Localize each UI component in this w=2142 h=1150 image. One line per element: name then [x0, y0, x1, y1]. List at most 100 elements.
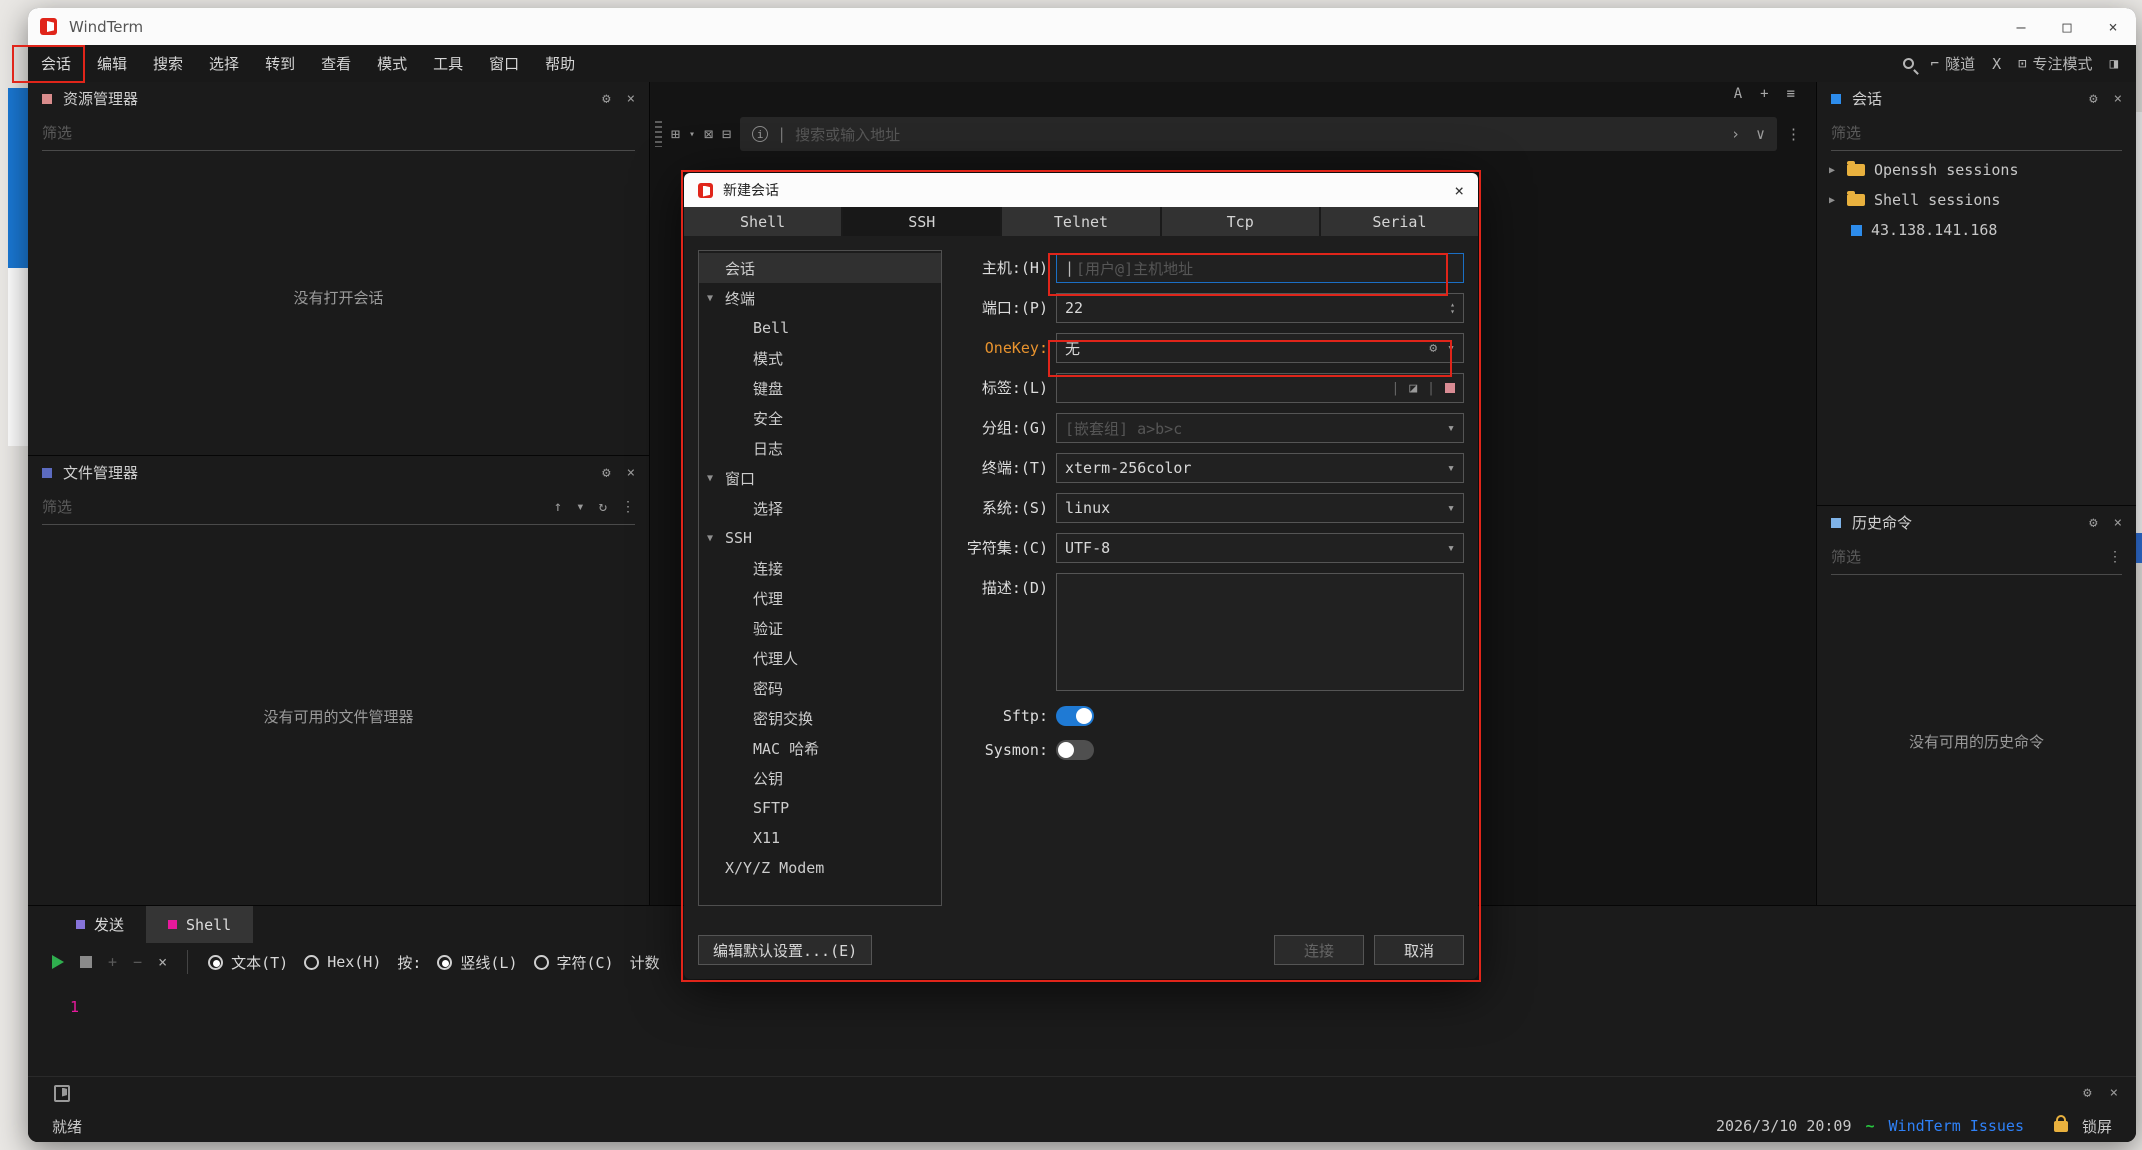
group-combo[interactable]: [嵌套组] a>b>c ▾ [1056, 413, 1464, 443]
close-session-icon[interactable]: ⊠ [704, 125, 713, 143]
tree-item-kex[interactable]: 密钥交换 [699, 703, 941, 733]
dialog-title-bar[interactable]: 新建会话 × [684, 173, 1478, 207]
edit-defaults-button[interactable]: 编辑默认设置...(E) [698, 935, 872, 965]
dropdown-icon[interactable]: ▾ [1447, 421, 1455, 436]
tree-item-mac[interactable]: MAC 哈希 [699, 733, 941, 763]
refresh-icon[interactable]: ↻ [599, 499, 607, 515]
hamburger-icon[interactable]: ≡ [1787, 86, 1795, 102]
kebab-menu-icon[interactable]: ⋮ [2108, 549, 2122, 565]
tree-item-connect[interactable]: 连接 [699, 553, 941, 583]
gear-icon[interactable]: ⚙ [2089, 515, 2097, 531]
history-filter-input[interactable]: 筛选 ⋮ [1831, 539, 2122, 575]
tree-item-xyz-modem[interactable]: X/Y/Z Modem [699, 853, 941, 883]
tab-tcp[interactable]: Tcp [1162, 207, 1321, 236]
windterm-grey-icon[interactable] [54, 1085, 70, 1102]
tree-item-select[interactable]: 选择 [699, 493, 941, 523]
close-icon[interactable]: × [2110, 1085, 2118, 1101]
tab-shell-type[interactable]: Shell [684, 207, 843, 236]
menu-help[interactable]: 帮助 [532, 45, 588, 82]
tab-telnet[interactable]: Telnet [1002, 207, 1161, 236]
sftp-toggle[interactable] [1056, 706, 1094, 726]
close-icon[interactable]: × [2114, 91, 2122, 107]
cancel-button[interactable]: 取消 [1374, 935, 1464, 965]
menu-search[interactable]: 搜索 [140, 45, 196, 82]
go-icon[interactable]: › [1731, 125, 1740, 143]
new-session-dropdown-icon[interactable]: ▾ [689, 129, 695, 140]
terminal-type-select[interactable]: xterm-256color ▾ [1056, 453, 1464, 483]
play-icon[interactable] [52, 955, 64, 969]
kebab-menu-icon[interactable]: ⋮ [1786, 125, 1801, 143]
restore-session-icon[interactable]: ⊟ [722, 125, 731, 143]
session-item-host[interactable]: 43.138.141.168 [1817, 215, 2136, 245]
title-bar[interactable]: WindTerm – □ × [28, 8, 2136, 45]
tunnel-button[interactable]: ⌐ 隧道 [1931, 53, 1975, 74]
info-icon[interactable]: i [752, 126, 768, 142]
close-icon[interactable]: × [2114, 515, 2122, 531]
tree-item-password[interactable]: 密码 [699, 673, 941, 703]
tag-input[interactable]: | ◪ | [1056, 373, 1464, 403]
layout-icon[interactable]: ◨ [2110, 56, 2118, 72]
menu-mode[interactable]: 模式 [364, 45, 420, 82]
charset-select[interactable]: UTF-8 ▾ [1056, 533, 1464, 563]
expanded-arrow-icon[interactable]: ▼ [707, 533, 725, 544]
tag-swatch-icon[interactable] [1445, 383, 1455, 393]
tree-item-proxy[interactable]: 代理 [699, 583, 941, 613]
expand-icon[interactable]: ∨ [1756, 125, 1765, 143]
tree-item-security[interactable]: 安全 [699, 403, 941, 433]
up-arrow-icon[interactable]: ↑ [554, 499, 562, 515]
gear-icon[interactable]: ⚙ [1429, 341, 1437, 356]
expanded-arrow-icon[interactable]: ▼ [707, 473, 725, 484]
expanded-arrow-icon[interactable]: ▼ [707, 293, 725, 304]
tree-item-agent[interactable]: 代理人 [699, 643, 941, 673]
drag-grip[interactable] [655, 121, 662, 147]
gear-icon[interactable]: ⚙ [602, 465, 610, 481]
focus-mode-button[interactable]: ⊡ 专注模式 [2018, 53, 2092, 74]
tab-ssh[interactable]: SSH [843, 207, 1002, 236]
explorer-filter-input[interactable]: 筛选 [42, 115, 635, 151]
dropdown-icon[interactable]: ▾ [576, 499, 584, 515]
gear-icon[interactable]: ⚙ [2083, 1085, 2091, 1101]
dropdown-icon[interactable]: ▾ [1447, 341, 1455, 356]
tree-item-keyboard[interactable]: 键盘 [699, 373, 941, 403]
radio-char[interactable]: 字符(C) [534, 952, 614, 973]
tree-item-log[interactable]: 日志 [699, 433, 941, 463]
collapsed-arrow-icon[interactable]: ▶ [1829, 195, 1847, 206]
tree-item-session[interactable]: 会话 [699, 253, 941, 283]
tab-send[interactable]: 发送 [54, 906, 146, 943]
issues-link[interactable]: WindTerm Issues [1889, 1117, 2024, 1135]
tab-shell[interactable]: Shell [146, 906, 253, 943]
x-server-button[interactable]: X [1992, 55, 2001, 73]
session-folder-openssh[interactable]: ▶ Openssh sessions [1817, 155, 2136, 185]
menu-view[interactable]: 查看 [308, 45, 364, 82]
plus-icon[interactable]: + [108, 953, 117, 971]
close-icon[interactable]: × [627, 465, 635, 481]
tree-item-auth[interactable]: 验证 [699, 613, 941, 643]
tree-item-ssh[interactable]: ▼SSH [699, 523, 941, 553]
tag-color-icon[interactable]: ◪ [1409, 381, 1417, 396]
tree-item-bell[interactable]: Bell [699, 313, 941, 343]
search-icon[interactable] [1903, 58, 1914, 69]
close-icon[interactable]: × [627, 91, 635, 107]
menu-window[interactable]: 窗口 [476, 45, 532, 82]
menu-session[interactable]: 会话 [28, 45, 84, 82]
connect-button[interactable]: 连接 [1274, 935, 1364, 965]
tree-item-window[interactable]: ▼窗口 [699, 463, 941, 493]
spin-down-icon[interactable]: ▾ [1450, 308, 1455, 315]
gear-icon[interactable]: ⚙ [602, 91, 610, 107]
tree-item-terminal[interactable]: ▼终端 [699, 283, 941, 313]
new-session-icon[interactable]: ⊞ [671, 125, 680, 143]
session-folder-shell[interactable]: ▶ Shell sessions [1817, 185, 2136, 215]
menu-select[interactable]: 选择 [196, 45, 252, 82]
menu-tools[interactable]: 工具 [420, 45, 476, 82]
tree-item-pubkey[interactable]: 公钥 [699, 763, 941, 793]
tree-item-sftp[interactable]: SFTP [699, 793, 941, 823]
maximize-button[interactable]: □ [2044, 8, 2090, 45]
menu-edit[interactable]: 编辑 [84, 45, 140, 82]
stop-icon[interactable] [80, 956, 92, 968]
sysmon-toggle[interactable] [1056, 740, 1094, 760]
address-search-input[interactable]: i | 搜索或输入地址 › ∨ [740, 117, 1777, 151]
tree-item-mode[interactable]: 模式 [699, 343, 941, 373]
gear-icon[interactable]: ⚙ [2089, 91, 2097, 107]
collapsed-arrow-icon[interactable]: ▶ [1829, 165, 1847, 176]
font-size-icon[interactable]: A [1734, 86, 1742, 102]
